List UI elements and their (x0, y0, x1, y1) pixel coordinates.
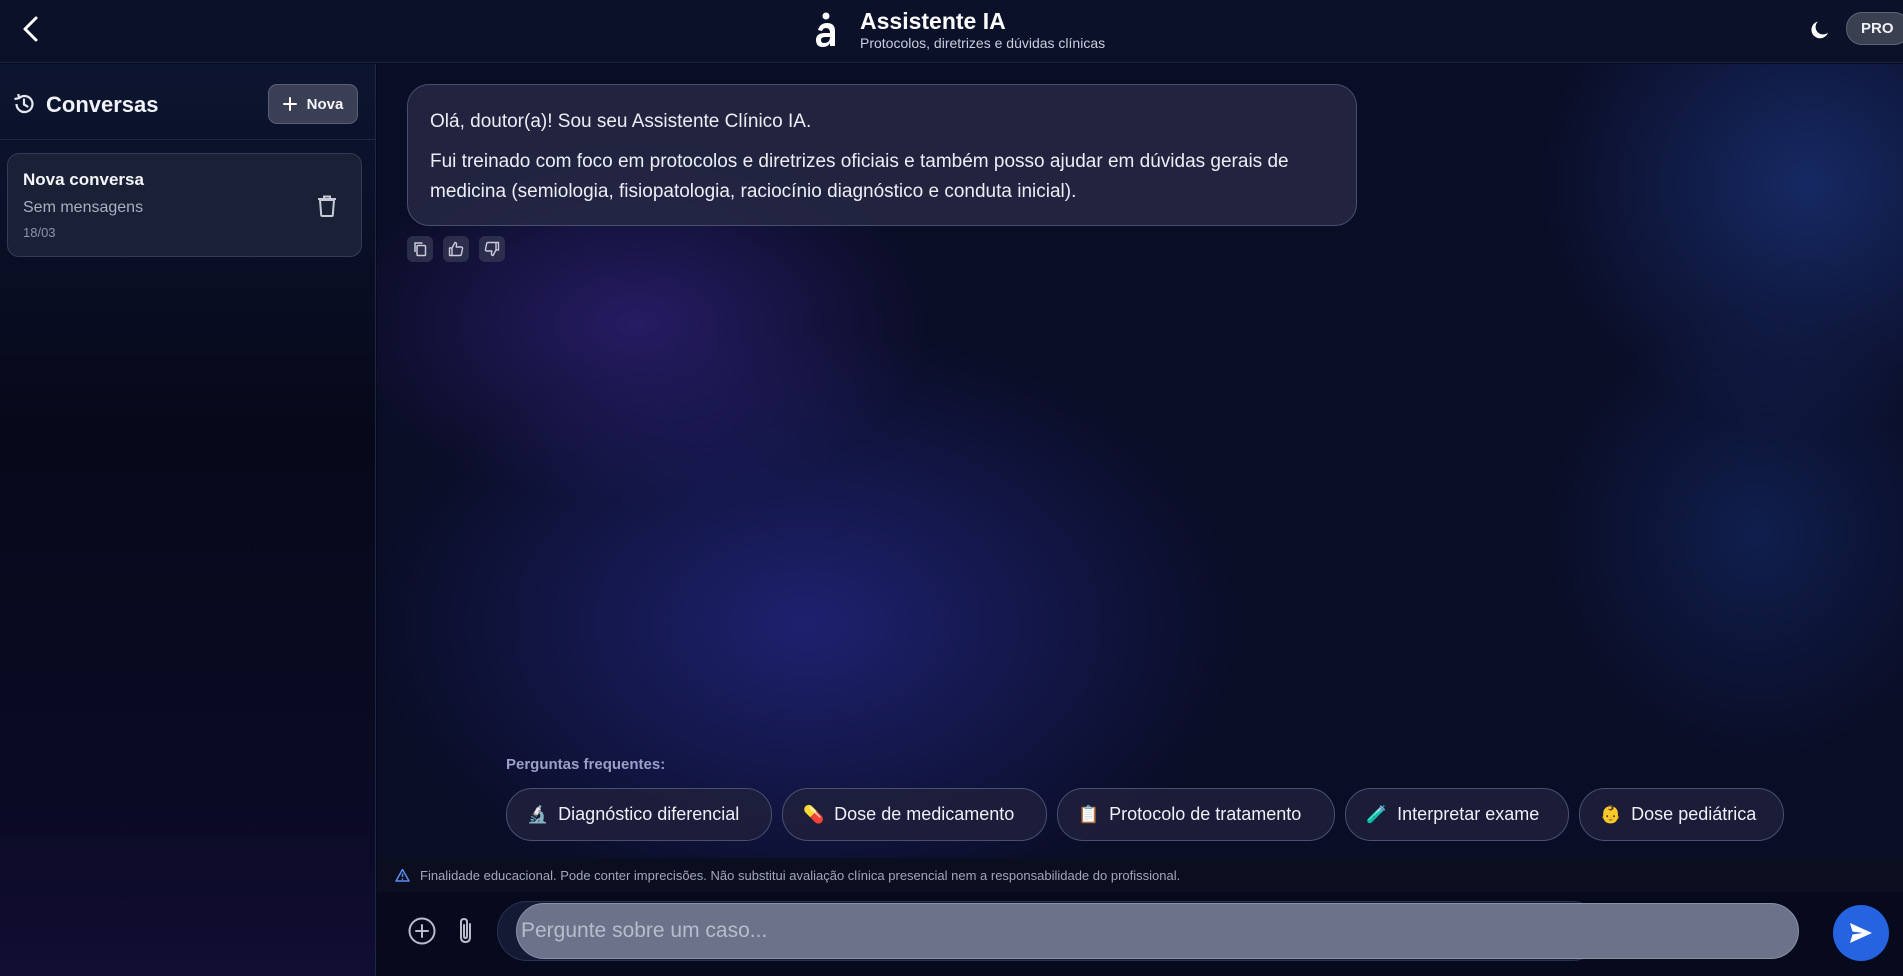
faq-chip-diagnostico[interactable]: 🔬 Diagnóstico diferencial (506, 788, 772, 841)
chevron-left-icon (23, 16, 38, 42)
conversation-title: Nova conversa (23, 170, 144, 189)
conversation-date: 18/03 (23, 225, 56, 240)
faq-chip-interpretar-exame[interactable]: 🧪 Interpretar exame (1345, 788, 1569, 841)
faq-chips: 🔬 Diagnóstico diferencial 💊 Dose de medi… (506, 788, 1784, 841)
back-button[interactable] (14, 12, 48, 46)
input-container (497, 901, 1799, 961)
chip-label: Protocolo de tratamento (1109, 804, 1302, 824)
chip-label: Interpretar exame (1397, 804, 1540, 824)
thumbs-up-icon (448, 241, 464, 257)
chat-area[interactable]: Olá, doutor(a)! Sou seu Assistente Clíni… (377, 64, 1903, 858)
page-subtitle: Protocolos, diretrizes e dúvidas clínica… (860, 35, 1106, 51)
test-tube-icon: 🧪 (1366, 804, 1388, 824)
message-paragraph: Fui treinado com foco em protocolos e di… (430, 151, 1289, 202)
pill-icon: 💊 (803, 804, 825, 824)
sidebar-title: Conversas (46, 92, 159, 117)
message-paragraph: Olá, doutor(a)! Sou seu Assistente Clíni… (430, 111, 812, 132)
like-button[interactable] (443, 236, 469, 262)
send-button[interactable] (1833, 905, 1889, 961)
dislike-button[interactable] (479, 236, 505, 262)
conversations-sidebar: Conversas Nova Nova conversa Sem mensage… (0, 64, 376, 976)
page-title: Assistente IA (860, 8, 1006, 34)
chip-label: Dose de medicamento (834, 804, 1015, 824)
baby-icon: 👶 (1600, 804, 1622, 824)
warning-icon (395, 868, 410, 882)
history-icon (14, 93, 34, 114)
chip-label: Dose pediátrica (1631, 804, 1757, 824)
faq-label: Perguntas frequentes: (506, 756, 666, 773)
theme-toggle-button[interactable] (1806, 16, 1834, 44)
clipboard-icon: 📋 (1078, 804, 1100, 824)
new-conversation-button[interactable]: Nova (268, 84, 358, 124)
copy-button[interactable] (407, 236, 433, 262)
message-composer (377, 892, 1903, 976)
chip-label: Diagnóstico diferencial (558, 804, 740, 824)
faq-chip-dose-medicamento[interactable]: 💊 Dose de medicamento (782, 788, 1047, 841)
assistant-message: Olá, doutor(a)! Sou seu Assistente Clíni… (407, 84, 1357, 226)
message-actions (407, 236, 505, 262)
moon-icon (1811, 21, 1828, 39)
copy-icon (414, 242, 427, 257)
brand: Assistente IA Protocolos, diretrizes e d… (812, 8, 1105, 51)
conversation-item[interactable]: Nova conversa Sem mensagens 18/03 (7, 153, 362, 257)
plus-icon (282, 97, 297, 111)
disclaimer-text: Finalidade educacional. Pode conter impr… (420, 867, 1181, 883)
add-circle-icon[interactable] (407, 916, 437, 946)
app-logo-icon (816, 12, 835, 47)
disclaimer-bar: Finalidade educacional. Pode conter impr… (377, 858, 1903, 892)
top-bar: Assistente IA Protocolos, diretrizes e d… (0, 0, 1903, 63)
faq-chip-dose-pediatrica[interactable]: 👶 Dose pediátrica (1579, 788, 1784, 841)
send-icon (1850, 923, 1872, 943)
conversation-preview: Sem mensagens (23, 199, 144, 216)
new-conversation-label: Nova (306, 95, 344, 113)
faq-chip-protocolo[interactable]: 📋 Protocolo de tratamento (1057, 788, 1335, 841)
sidebar-header: Conversas Nova (0, 64, 375, 140)
message-input[interactable] (516, 903, 1799, 959)
trash-icon[interactable] (316, 194, 338, 218)
paperclip-icon[interactable] (453, 916, 479, 946)
thumbs-down-icon (484, 241, 500, 257)
pro-badge[interactable]: PRO (1846, 12, 1903, 45)
microscope-icon: 🔬 (527, 804, 549, 824)
